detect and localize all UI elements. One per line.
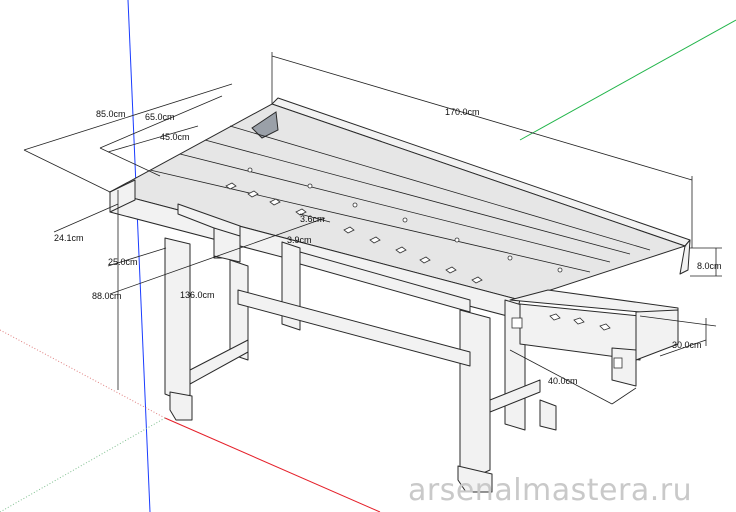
tail-vise-block — [635, 309, 679, 361]
left-end-stretcher — [189, 339, 249, 385]
axis-green-dotted — [0, 417, 166, 512]
workbench-drawing: 170.0cm 85.0cm 65.0cm 45.0cm 24.1cm 25.0… — [0, 0, 736, 512]
dim-3-6: 3.6cm — [300, 214, 325, 224]
dim-65: 65.0cm — [145, 112, 175, 122]
dim-25: 25.0cm — [108, 257, 138, 267]
leg-front-right — [459, 309, 491, 479]
dim-24: 24.1cm — [54, 233, 84, 243]
dim-136: 136.0cm — [180, 290, 215, 300]
axis-red — [164, 417, 381, 512]
dim-88: 88.0cm — [92, 291, 122, 301]
axis-green — [519, 19, 736, 141]
dim-40: 40.0cm — [548, 376, 578, 386]
leg-front-left-foot — [169, 391, 193, 421]
axis-red-dotted — [0, 329, 166, 419]
dim-85: 85.0cm — [96, 109, 126, 119]
leg-back-right-foot — [539, 399, 557, 431]
dim-45: 45.0cm — [160, 132, 190, 142]
workbench-diagram: 170.0cm 85.0cm 65.0cm 45.0cm 24.1cm 25.0… — [0, 0, 736, 512]
dim-3-9: 3.9cm — [287, 235, 312, 245]
leg-front-left — [164, 237, 191, 401]
dim-170: 170.0cm — [445, 107, 480, 117]
dim-30: 30.0cm — [672, 340, 702, 350]
watermark: arsenalmastera.ru — [408, 473, 692, 508]
dim-8: 8.0cm — [697, 261, 722, 271]
